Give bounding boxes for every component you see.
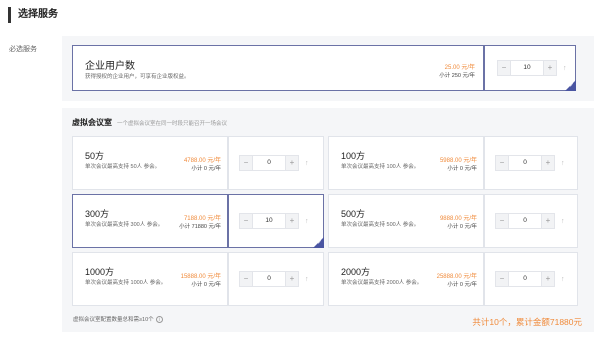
enterprise-users-subtotal: 小计 250 元/年 xyxy=(439,73,475,79)
increment-button[interactable]: + xyxy=(541,271,555,287)
room-qty-card: −0 + ↑ xyxy=(228,136,324,190)
room-stepper[interactable]: −0 + ↑ xyxy=(495,213,565,229)
room-subtotal: 小计 71880 元/年 xyxy=(179,224,221,230)
room-desc: 单次会议最高支持 300人 参会。 xyxy=(85,222,164,228)
room-desc: 单次会议最高支持 100人 参会。 xyxy=(341,164,420,170)
room-price: 5988.00 元/年 xyxy=(439,158,477,164)
quantity-input[interactable]: 0 xyxy=(253,155,285,171)
arrow-up-icon[interactable]: ↑ xyxy=(561,160,565,167)
decrement-button[interactable]: − xyxy=(239,213,253,229)
decrement-button[interactable]: − xyxy=(495,155,509,171)
room-name: 500方 xyxy=(341,209,366,219)
enterprise-users-name: 企业用户数 xyxy=(85,61,135,72)
room-name: 1000方 xyxy=(85,267,115,277)
room-card[interactable]: 1000方单次会议最高支持 1000人 参会。 15888.00 元/年小计 0 … xyxy=(72,252,228,306)
increment-button[interactable]: + xyxy=(543,60,557,76)
quantity-input[interactable]: 10 xyxy=(511,60,543,76)
decrement-button[interactable]: − xyxy=(239,155,253,171)
room-name: 50方 xyxy=(85,151,105,161)
room-card[interactable]: 500方单次会议最高支持 500人 参会。 9888.00 元/年小计 0 元/年 xyxy=(328,194,484,248)
section-title: 选择服务 xyxy=(8,7,58,23)
increment-button[interactable]: + xyxy=(285,271,299,287)
room-stepper[interactable]: −0 + ↑ xyxy=(239,155,309,171)
room-name: 100方 xyxy=(341,151,366,161)
room-price: 4788.00 元/年 xyxy=(183,158,221,164)
room-qty-card: −0 + ↑ xyxy=(228,252,324,306)
increment-button[interactable]: + xyxy=(541,213,555,229)
decrement-button[interactable]: − xyxy=(239,271,253,287)
enterprise-users-price: 25.00 元/年 xyxy=(444,65,475,71)
room-price: 7188.00 元/年 xyxy=(183,216,221,222)
selected-check-icon xyxy=(565,80,576,91)
quantity-input[interactable]: 0 xyxy=(509,155,541,171)
selected-check-icon xyxy=(313,237,324,248)
room-qty-card: −10 + ↑ xyxy=(228,194,324,248)
increment-button[interactable]: + xyxy=(285,213,299,229)
room-subtotal: 小计 0 元/年 xyxy=(191,282,221,288)
arrow-up-icon[interactable]: ↑ xyxy=(305,160,309,167)
required-services-label: 必选服务 xyxy=(9,46,37,53)
room-qty-card: −0 + ↑ xyxy=(484,252,578,306)
room-qty-card: −0 + ↑ xyxy=(484,136,578,190)
room-name: 2000方 xyxy=(341,267,371,277)
room-card[interactable]: 50方单次会议最高支持 50人 参会。 4788.00 元/年小计 0 元/年 xyxy=(72,136,228,190)
room-stepper[interactable]: −0 + ↑ xyxy=(239,271,309,287)
room-card[interactable]: 2000方单次会议最高支持 2000人 参会。 25888.00 元/年小计 0 … xyxy=(328,252,484,306)
increment-button[interactable]: + xyxy=(285,155,299,171)
quantity-input[interactable]: 0 xyxy=(509,213,541,229)
virtual-rooms-title: 虚拟会议室 xyxy=(72,118,112,127)
room-qty-card: −0 + ↑ xyxy=(484,194,578,248)
room-stepper[interactable]: −0 + ↑ xyxy=(495,155,565,171)
virtual-rooms-subtitle: 一个虚拟会议室在同一时段只能召开一场会议 xyxy=(117,121,228,127)
room-desc: 单次会议最高支持 1000人 参会。 xyxy=(85,280,167,286)
enterprise-users-stepper[interactable]: − 10 + ↑ xyxy=(497,60,567,76)
enterprise-users-card[interactable]: 企业用户数 获得授权的企业用户，可享有企业版权益。 25.00 元/年 小计 2… xyxy=(72,45,484,91)
room-desc: 单次会议最高支持 50人 参会。 xyxy=(85,164,161,170)
required-services-panel: 企业用户数 获得授权的企业用户，可享有企业版权益。 25.00 元/年 小计 2… xyxy=(62,36,594,101)
arrow-up-icon[interactable]: ↑ xyxy=(563,65,567,72)
order-total: 共计10个，累计金额71880元 xyxy=(472,317,582,327)
room-name: 300方 xyxy=(85,209,110,219)
increment-button[interactable]: + xyxy=(541,155,555,171)
room-desc: 单次会议最高支持 500人 参会。 xyxy=(341,222,420,228)
room-subtotal: 小计 0 元/年 xyxy=(447,224,477,230)
room-stepper[interactable]: −10 + ↑ xyxy=(239,213,309,229)
room-desc: 单次会议最高支持 2000人 参会。 xyxy=(341,280,423,286)
info-circle-icon[interactable]: i xyxy=(155,315,163,323)
enterprise-users-desc: 获得授权的企业用户，可享有企业版权益。 xyxy=(85,74,190,80)
quantity-input[interactable]: 0 xyxy=(509,271,541,287)
rooms-minimum-text: 虚拟会议室配置数量总和需≥10个 xyxy=(73,317,154,323)
room-card[interactable]: 100方单次会议最高支持 100人 参会。 5988.00 元/年小计 0 元/年 xyxy=(328,136,484,190)
rooms-minimum-note: 虚拟会议室配置数量总和需≥10个 i xyxy=(73,315,163,323)
room-subtotal: 小计 0 元/年 xyxy=(447,282,477,288)
arrow-up-icon[interactable]: ↑ xyxy=(561,218,565,225)
arrow-up-icon[interactable]: ↑ xyxy=(305,276,309,283)
decrement-button[interactable]: − xyxy=(495,271,509,287)
room-price: 15888.00 元/年 xyxy=(180,274,221,280)
room-subtotal: 小计 0 元/年 xyxy=(447,166,477,172)
decrement-button[interactable]: − xyxy=(495,213,509,229)
room-subtotal: 小计 0 元/年 xyxy=(191,166,221,172)
room-card[interactable]: 300方单次会议最高支持 300人 参会。 7188.00 元/年 小计 71880… xyxy=(72,194,228,248)
room-price: 25888.00 元/年 xyxy=(436,274,477,280)
decrement-button[interactable]: − xyxy=(497,60,511,76)
room-stepper[interactable]: −0 + ↑ xyxy=(495,271,565,287)
arrow-up-icon[interactable]: ↑ xyxy=(305,218,309,225)
enterprise-users-qty-card: − 10 + ↑ xyxy=(484,45,576,91)
room-price: 9888.00 元/年 xyxy=(439,216,477,222)
quantity-input[interactable]: 0 xyxy=(253,271,285,287)
quantity-input[interactable]: 10 xyxy=(253,213,285,229)
arrow-up-icon[interactable]: ↑ xyxy=(561,276,565,283)
